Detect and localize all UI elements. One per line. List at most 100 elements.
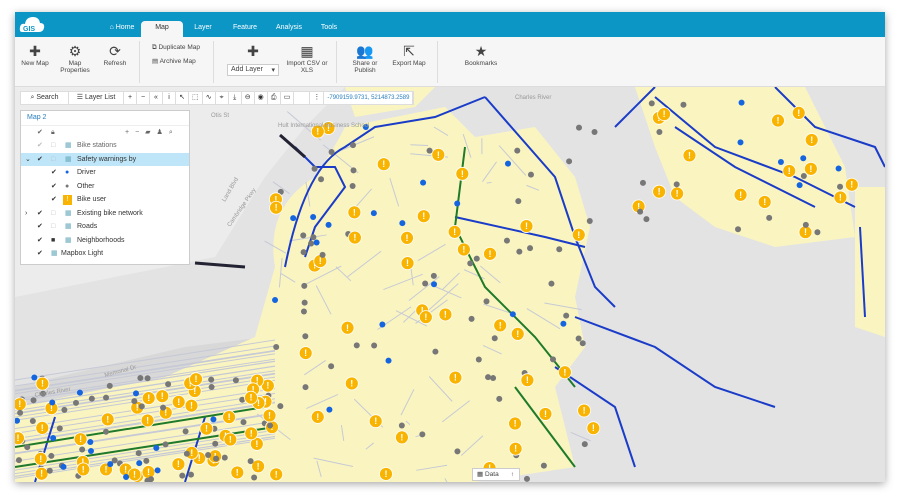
collapse-icon[interactable]: «: [150, 92, 163, 104]
lock-icon[interactable]: 🔒︎: [51, 126, 55, 139]
bike-user-warning-marker: !: [418, 310, 433, 325]
tab-map[interactable]: Map: [141, 21, 183, 37]
svg-text:!: !: [82, 464, 85, 474]
visibility-check-icon[interactable]: ✔: [51, 193, 57, 206]
other-point: [148, 476, 155, 482]
lock-icon[interactable]: □: [51, 153, 55, 166]
tab-layer[interactable]: Layer: [185, 21, 221, 37]
layer-row[interactable]: ⌄ ✔ □ ▦ Safety warnings by: [21, 152, 189, 166]
layer-row[interactable]: ✔ ■ ▦ Neighborhoods: [21, 234, 189, 247]
layer-actions[interactable]: +−▰♟⌕: [125, 126, 179, 139]
bookmarks-button[interactable]: ★ Bookmarks: [461, 43, 501, 67]
export-icon: ⇱: [403, 43, 415, 59]
visibility-check-icon[interactable]: ✔: [37, 207, 43, 220]
export-map-button[interactable]: ⇱ Export Map: [389, 43, 429, 67]
lock-icon[interactable]: ■: [51, 234, 55, 247]
chevron-down-icon[interactable]: ⌄: [25, 153, 31, 166]
zoom-out-icon[interactable]: −: [137, 92, 150, 104]
svg-text:!: !: [18, 399, 21, 409]
other-point: [311, 165, 318, 172]
layer-row[interactable]: ✔! Bike user: [21, 193, 189, 206]
select-box-icon[interactable]: ⬚: [189, 92, 203, 104]
zoom-extent-icon[interactable]: ⊖: [242, 92, 255, 104]
bike-user-warning-marker: !: [141, 465, 156, 479]
bike-user-warning-marker: !: [141, 391, 156, 406]
add-layer-dropdown[interactable]: Add Layer ▾: [227, 64, 279, 76]
lock-icon[interactable]: □: [51, 220, 55, 233]
list-icon: ☰: [76, 94, 85, 101]
bike-user-warning-marker: !: [33, 451, 48, 466]
tab-tools[interactable]: Tools: [313, 21, 345, 37]
measure-icon[interactable]: ▭: [281, 92, 295, 104]
map-properties-button[interactable]: ⚙ Map Properties: [57, 43, 93, 74]
lock-icon[interactable]: □: [51, 139, 55, 152]
layer-label: Other: [77, 182, 95, 190]
bike-user-warning-marker: !: [510, 326, 525, 341]
visibility-check-icon[interactable]: ✔: [37, 153, 43, 166]
driver-point: [454, 200, 461, 207]
svg-text:GIS: GIS: [23, 26, 35, 33]
layer-list-button[interactable]: ☰ Layer List: [69, 92, 124, 104]
layer-row[interactable]: ✔ ▦ Mapbox Light: [21, 247, 189, 260]
print-icon[interactable]: ⎙: [268, 92, 281, 104]
bike-user-warning-marker: !: [456, 242, 471, 257]
driver-point: [431, 281, 438, 288]
layer-row[interactable]: ✔ ● Other: [21, 180, 189, 193]
tab-home[interactable]: ⌂ Home: [103, 21, 141, 37]
visibility-check-icon[interactable]: ✔: [37, 220, 43, 233]
svg-text:!: !: [124, 464, 127, 474]
check-all-icon[interactable]: ✔: [37, 126, 43, 139]
driver-point: [50, 435, 57, 442]
map-canvas[interactable]: !!!!!!!!!!!!!!!!!!!!!!!!!!!!!!!!!!!!!!!!…: [15, 86, 885, 482]
bike-user-warning-marker: !: [483, 246, 497, 261]
info-icon[interactable]: i: [163, 92, 176, 104]
layer-row[interactable]: ✔ □ ▦ Roads: [21, 220, 189, 233]
visibility-check-icon[interactable]: ✔: [51, 166, 57, 179]
more-icon[interactable]: ⋮: [310, 92, 325, 104]
bike-user-warning-marker: !: [757, 195, 772, 209]
svg-text:!: !: [384, 469, 387, 479]
visibility-check-icon[interactable]: ✔: [37, 247, 43, 260]
new-map-button[interactable]: ✚ New Map: [19, 43, 51, 67]
bike-user-warning-marker: !: [140, 413, 155, 428]
other-point: [454, 448, 461, 455]
visibility-check-icon[interactable]: ✔: [51, 180, 57, 193]
tab-analysis[interactable]: Analysis: [267, 21, 311, 37]
bike-user-warning-marker: !: [344, 376, 359, 391]
layer-row[interactable]: ✔ ● Driver: [21, 166, 189, 179]
layer-row[interactable]: ✔ □ ▦ Bike stations: [21, 139, 189, 152]
locate-icon[interactable]: ⌖: [216, 92, 229, 104]
other-point: [468, 315, 475, 322]
layer-row[interactable]: › ✔ □ ▦ Existing bike network: [21, 207, 189, 220]
bike-user-warning-marker: !: [519, 219, 534, 233]
gear-icon: ⚙: [68, 43, 82, 59]
globe-icon[interactable]: ◉: [255, 92, 268, 104]
visibility-check-icon[interactable]: ✔: [37, 234, 43, 247]
archive-map-button[interactable]: ▤ Archive Map: [152, 57, 196, 65]
bike-user-warning-marker: !: [171, 457, 186, 472]
data-button[interactable]: ▦ Data ↑: [472, 468, 520, 481]
chevron-right-icon[interactable]: ›: [25, 207, 27, 220]
driver-point: [399, 220, 406, 227]
share-publish-button[interactable]: 👥 Share or Publish: [347, 43, 383, 74]
bike-user-warning-marker: !: [269, 200, 284, 215]
lock-icon[interactable]: □: [51, 207, 55, 220]
svg-text:!: !: [228, 412, 231, 422]
svg-text:!: !: [444, 309, 447, 319]
search-button[interactable]: ⌕ Search: [21, 92, 69, 104]
visibility-check-icon[interactable]: ✔: [37, 139, 43, 152]
zoom-in-icon[interactable]: +: [124, 92, 137, 104]
bike-user-warning-marker: !: [379, 467, 393, 481]
driver-point: [60, 463, 67, 470]
driver-point: [738, 99, 745, 106]
duplicate-map-button[interactable]: ⧉ Duplicate Map: [152, 44, 200, 52]
import-csv-button[interactable]: ▦ Import CSV or XLS: [285, 43, 329, 74]
tab-feature[interactable]: Feature: [225, 21, 265, 37]
pin-icon[interactable]: ⤓: [229, 92, 242, 104]
route-icon[interactable]: ∿: [203, 92, 216, 104]
svg-text:!: !: [776, 116, 779, 126]
pointer-icon[interactable]: ↖: [176, 92, 189, 104]
driver-point: [31, 374, 38, 381]
svg-text:!: !: [804, 227, 807, 237]
refresh-button[interactable]: ⟳ Refresh: [99, 43, 131, 67]
